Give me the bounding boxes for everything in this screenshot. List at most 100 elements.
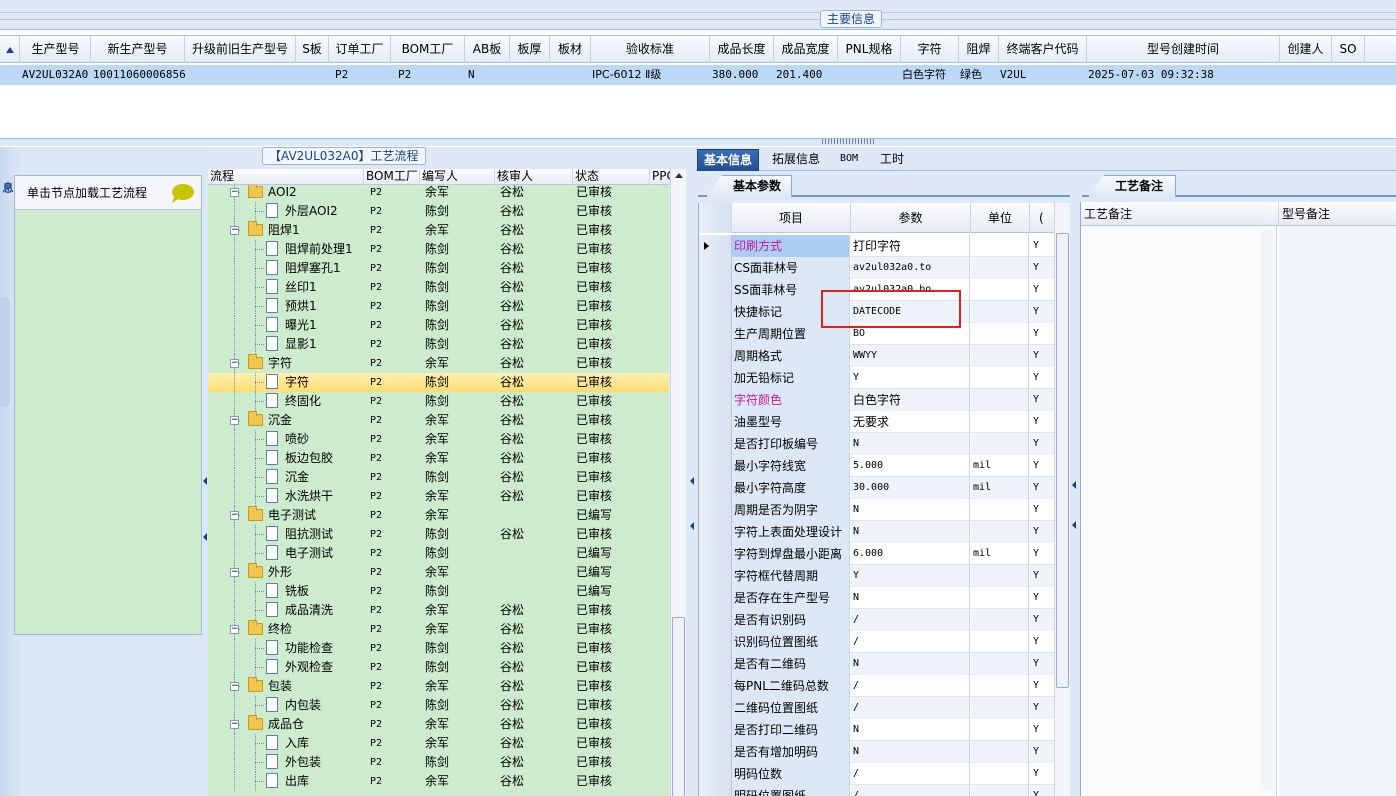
- param-row[interactable]: 周期是否为阴字 N Y: [699, 499, 1054, 521]
- tree-col-header[interactable]: PPC: [650, 169, 672, 185]
- param-row[interactable]: 字符框代替周期 Y Y: [699, 565, 1054, 587]
- param-value[interactable]: /: [851, 697, 970, 719]
- param-value[interactable]: WWYY: [851, 345, 970, 367]
- tree-node-row[interactable]: 外观检查 P2 陈剑 谷松 已审核: [208, 658, 669, 677]
- param-value[interactable]: 30.000: [851, 477, 970, 499]
- collapse-toggle-icon[interactable]: −: [230, 720, 239, 729]
- param-value[interactable]: av2ul032a0.to: [851, 257, 970, 279]
- horizontal-splitter[interactable]: [0, 138, 1396, 146]
- param-value[interactable]: /: [851, 763, 970, 785]
- row-indicator[interactable]: [699, 741, 732, 763]
- splitter-grip[interactable]: [822, 139, 874, 144]
- param-value[interactable]: N: [851, 741, 970, 763]
- col-header[interactable]: BOM工厂: [391, 36, 465, 63]
- tree-node-row[interactable]: 铣板 P2 陈剑 已编写: [208, 582, 669, 601]
- row-indicator[interactable]: [699, 565, 732, 587]
- tree-node-row[interactable]: 终固化 P2 陈剑 谷松 已审核: [208, 392, 669, 411]
- collapse-toggle-icon[interactable]: −: [230, 359, 239, 368]
- scroll-thumb[interactable]: [672, 617, 685, 796]
- collapse-left-icon[interactable]: [203, 533, 207, 541]
- col-header[interactable]: 型号创建时间: [1087, 36, 1280, 63]
- param-value[interactable]: N: [851, 433, 970, 455]
- remarks-tab[interactable]: 工艺备注: [1088, 175, 1177, 197]
- col-header[interactable]: SO: [1332, 36, 1365, 63]
- collapse-toggle-icon[interactable]: −: [230, 416, 239, 425]
- param-row[interactable]: 印刷方式 打印字符 Y: [699, 235, 1054, 257]
- collapse-toggle-icon[interactable]: −: [230, 511, 239, 520]
- col-header-item[interactable]: 项目: [732, 203, 851, 233]
- tree-node-row[interactable]: 沉金 P2 陈剑 谷松 已审核: [208, 468, 669, 487]
- tree-folder-row[interactable]: − 包装 P2 余军 谷松 已审核: [208, 677, 669, 696]
- row-indicator[interactable]: [699, 279, 732, 301]
- table-row[interactable]: AV2UL032A0 10011060006856 P2 P2 N IPC-60…: [0, 65, 1396, 85]
- col-header-unit[interactable]: 单位: [971, 203, 1030, 233]
- tree-node-row[interactable]: 板边包胶 P2 余军 谷松 已审核: [208, 449, 669, 468]
- row-indicator[interactable]: [699, 587, 732, 609]
- col-header[interactable]: 新生产型号: [91, 36, 185, 63]
- param-value[interactable]: /: [851, 631, 970, 653]
- param-value[interactable]: 6.000: [851, 543, 970, 565]
- row-indicator[interactable]: [699, 301, 732, 323]
- col-header[interactable]: 终端客户代码: [999, 36, 1087, 63]
- model-remark-textarea[interactable]: [1279, 226, 1396, 796]
- col-header-param[interactable]: 参数: [851, 203, 971, 233]
- tree-col-header[interactable]: 流程: [208, 169, 364, 185]
- col-header[interactable]: S板: [296, 36, 329, 63]
- param-value[interactable]: /: [851, 785, 970, 796]
- row-indicator[interactable]: [699, 785, 732, 796]
- param-row[interactable]: 周期格式 WWYY Y: [699, 345, 1054, 367]
- param-row[interactable]: 字符颜色 白色字符 Y: [699, 389, 1054, 411]
- tree-col-header[interactable]: 编写人: [420, 169, 495, 185]
- row-indicator[interactable]: [699, 235, 732, 257]
- tree-node-row[interactable]: 阻焊前处理1 P2 陈剑 谷松 已审核: [208, 240, 669, 259]
- tree-folder-row[interactable]: − 沉金 P2 余军 谷松 已审核: [208, 411, 669, 430]
- param-value[interactable]: 5.000: [851, 455, 970, 477]
- row-indicator[interactable]: [699, 323, 732, 345]
- tree-node-row[interactable]: 内包装 P2 陈剑 谷松 已审核: [208, 696, 669, 715]
- tree-col-header[interactable]: BOM工厂: [364, 169, 420, 185]
- collapse-toggle-icon[interactable]: −: [230, 625, 239, 634]
- row-indicator[interactable]: [699, 477, 732, 499]
- collapse-toggle-icon[interactable]: −: [230, 682, 239, 691]
- row-indicator[interactable]: [699, 411, 732, 433]
- tree-node-row[interactable]: 显影1 P2 陈剑 谷松 已审核: [208, 335, 669, 354]
- param-row[interactable]: 最小字符高度 30.000 mil Y: [699, 477, 1054, 499]
- tree-node-row[interactable]: 出库 P2 余军 谷松 已审核: [208, 772, 669, 791]
- params-scrollbar[interactable]: [1054, 203, 1070, 796]
- tree-node-row[interactable]: 外包装 P2 陈剑 谷松 已审核: [208, 753, 669, 772]
- row-indicator[interactable]: [699, 345, 732, 367]
- tree-node-row[interactable]: 预烘1 P2 陈剑 谷松 已审核: [208, 297, 669, 316]
- tree-node-row[interactable]: 入库 P2 余军 谷松 已审核: [208, 734, 669, 753]
- tab-basic-info[interactable]: 基本信息: [697, 149, 760, 171]
- col-header[interactable]: 字符: [901, 36, 959, 63]
- tree-node-row[interactable]: 喷砂 P2 余军 谷松 已审核: [208, 430, 669, 449]
- tree-node-row[interactable]: 成品清洗 P2 余军 谷松 已审核: [208, 601, 669, 620]
- tree-node-row[interactable]: 阻抗测试 P2 陈剑 谷松 已审核: [208, 525, 669, 544]
- load-process-button[interactable]: 单击节点加载工艺流程: [15, 176, 201, 210]
- process-remark-textarea[interactable]: [1081, 226, 1277, 796]
- row-indicator[interactable]: [699, 609, 732, 631]
- col-header[interactable]: PNL规格: [838, 36, 901, 63]
- param-value[interactable]: 白色字符: [851, 389, 970, 411]
- collapse-left-icon[interactable]: [1072, 481, 1076, 489]
- col-header[interactable]: 生产型号: [21, 36, 91, 63]
- param-value[interactable]: N: [851, 587, 970, 609]
- row-indicator[interactable]: [699, 389, 732, 411]
- param-value[interactable]: Y: [851, 367, 970, 389]
- tree-node-row[interactable]: 外层AOI2 P2 陈剑 谷松 已审核: [208, 202, 669, 221]
- param-value[interactable]: /: [851, 675, 970, 697]
- row-indicator[interactable]: [699, 499, 732, 521]
- param-row[interactable]: 字符到焊盘最小距离 6.000 mil Y: [699, 543, 1054, 565]
- tab-labor-hours[interactable]: 工时: [874, 149, 910, 171]
- tab-extended-info[interactable]: 拓展信息: [766, 149, 826, 171]
- tree-node-row[interactable]: 曝光1 P2 陈剑 谷松 已审核: [208, 316, 669, 335]
- tree-folder-row[interactable]: − 电子测试 P2 余军 已编写: [208, 506, 669, 525]
- tree-folder-row[interactable]: − 阻焊1 P2 余军 谷松 已审核: [208, 221, 669, 240]
- tree-node-row[interactable]: 字符 P2 陈剑 谷松 已审核: [208, 373, 669, 392]
- col-header-process-remark[interactable]: 工艺备注: [1081, 202, 1279, 226]
- param-row[interactable]: 是否有增加明码 N Y: [699, 741, 1054, 763]
- row-indicator[interactable]: [699, 719, 732, 741]
- collapse-toggle-icon[interactable]: −: [230, 226, 239, 235]
- tree-node-row[interactable]: 水洗烘干 P2 余军 谷松 已审核: [208, 487, 669, 506]
- param-row[interactable]: 每PNL二维码总数 / Y: [699, 675, 1054, 697]
